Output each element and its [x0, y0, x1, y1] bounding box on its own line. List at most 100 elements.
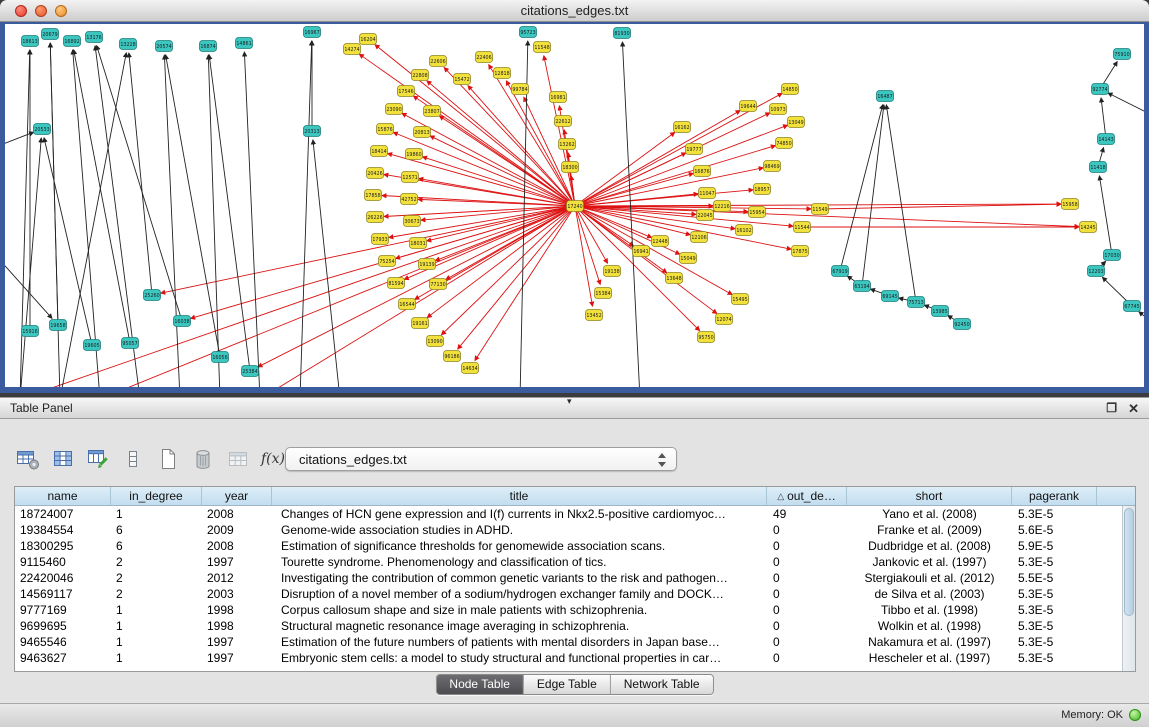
graph-edge[interactable] [427, 206, 575, 318]
graph-edge[interactable] [44, 138, 92, 345]
graph-node[interactable]: 17858 [365, 190, 382, 201]
graph-node[interactable]: 16941 [633, 246, 650, 257]
graph-edge[interactable] [208, 55, 220, 387]
new-document-icon[interactable] [154, 444, 182, 474]
table-import-icon[interactable] [84, 444, 112, 474]
tab-network-table[interactable]: Network Table [610, 675, 713, 694]
graph-node[interactable]: 15472 [454, 74, 471, 85]
graph-node[interactable]: 18300 [562, 162, 579, 173]
table-disabled-icon[interactable] [224, 444, 252, 474]
graph-node[interactable]: 19860 [406, 149, 423, 160]
table-settings-icon[interactable] [14, 444, 42, 474]
graph-edge[interactable] [862, 105, 884, 286]
graph-node[interactable]: 13648 [666, 273, 683, 284]
float-panel-icon[interactable]: ❐ [1106, 401, 1117, 415]
graph-node[interactable]: 14245 [1080, 222, 1097, 233]
table-row[interactable]: 946362711997Embryonic stem cells: a mode… [15, 650, 1135, 666]
graph-node[interactable]: 23807 [424, 106, 441, 117]
graph-node[interactable]: 15916 [22, 326, 39, 337]
graph-node[interactable]: 17030 [1104, 250, 1121, 261]
graph-node[interactable]: 15958 [1062, 199, 1079, 210]
graph-node[interactable]: 15954 [749, 207, 766, 218]
graph-node[interactable]: 12106 [691, 232, 708, 243]
graph-node[interactable]: 17875 [792, 246, 809, 257]
graph-edge[interactable] [840, 105, 883, 271]
graph-node[interactable]: 11548 [534, 42, 551, 53]
table-row[interactable]: 969969511998Structural magnetic resonanc… [15, 618, 1135, 634]
table-row[interactable]: 911546021997Tourette syndrome. Phenomeno… [15, 554, 1135, 570]
network-canvas[interactable]: 1724022606228081754623090158761841420426… [5, 24, 1144, 387]
graph-node[interactable]: 67745 [1124, 301, 1141, 312]
graph-node[interactable]: 26226 [367, 212, 384, 223]
graph-node[interactable]: 13985 [932, 306, 949, 317]
graph-node[interactable]: 14143 [1098, 134, 1115, 145]
panel-splitter-grip[interactable]: ▾ [567, 396, 572, 407]
graph-node[interactable]: 20313 [304, 126, 321, 137]
graph-node[interactable]: 11047 [699, 188, 716, 199]
column-header-short[interactable]: short [847, 487, 1012, 505]
column-header-name[interactable]: name [15, 487, 111, 505]
graph-edge[interactable] [1139, 312, 1144, 329]
graph-node[interactable]: 16876 [694, 166, 711, 177]
graph-node[interactable]: 22808 [412, 70, 429, 81]
graph-node[interactable]: 13176 [86, 32, 103, 43]
graph-edge[interactable] [393, 132, 575, 206]
table-row[interactable]: 1830029562008Estimation of significance … [15, 538, 1135, 554]
graph-node[interactable]: 12074 [716, 314, 733, 325]
graph-node[interactable]: 20679 [42, 29, 59, 40]
graph-node[interactable]: 18957 [754, 184, 771, 195]
fx-icon[interactable]: f(x) [259, 444, 287, 474]
graph-node[interactable]: 11418 [1090, 162, 1107, 173]
table-scrollbar[interactable] [1122, 506, 1135, 671]
graph-node[interactable]: 16056 [212, 352, 229, 363]
table-row[interactable]: 1872400712008Changes of HCN gene express… [15, 506, 1135, 522]
graph-edge[interactable] [313, 140, 340, 387]
table-panel-header[interactable]: Table Panel ▾ ❐ ✕ [0, 397, 1149, 419]
graph-node[interactable]: 22606 [430, 56, 447, 67]
column-header-pagerank[interactable]: pagerank [1012, 487, 1097, 505]
graph-edge[interactable] [50, 43, 58, 325]
graph-node[interactable]: 81930 [614, 28, 631, 39]
graph-node[interactable]: 17933 [372, 234, 389, 245]
graph-node[interactable]: 20574 [156, 41, 173, 52]
graph-node[interactable]: 92774 [1092, 84, 1109, 95]
graph-edge[interactable] [1101, 98, 1106, 139]
graph-node[interactable]: 15495 [732, 294, 749, 305]
graph-node[interactable]: 75713 [908, 297, 925, 308]
graph-node[interactable]: 19777 [686, 144, 703, 155]
graph-node[interactable]: 22045 [697, 210, 714, 221]
table-row[interactable]: 2242004622012Investigating the contribut… [15, 570, 1135, 586]
graph-edge[interactable] [129, 53, 152, 295]
graph-node[interactable]: 92450 [954, 319, 971, 330]
graph-node[interactable]: 14850 [782, 84, 799, 95]
close-panel-icon[interactable]: ✕ [1128, 401, 1139, 417]
graph-node[interactable]: 14861 [236, 38, 253, 49]
graph-node[interactable]: 15049 [680, 253, 697, 264]
graph-edge[interactable] [166, 55, 220, 357]
graph-edge[interactable] [29, 206, 575, 387]
rows-icon[interactable] [119, 444, 147, 474]
graph-node[interactable]: 16102 [736, 225, 753, 236]
graph-edge[interactable] [575, 132, 675, 206]
graph-node[interactable]: 19138 [604, 266, 621, 277]
graph-node[interactable]: 12818 [494, 68, 511, 79]
graph-edge[interactable] [73, 50, 100, 387]
graph-node[interactable]: 19161 [412, 318, 429, 329]
graph-edge[interactable] [1099, 176, 1112, 255]
graph-node[interactable]: 25384 [242, 366, 259, 377]
graph-node[interactable]: 11544 [794, 222, 811, 233]
graph-node[interactable]: 12216 [714, 201, 731, 212]
graph-node[interactable]: 20533 [34, 124, 51, 135]
column-header-in_degree[interactable]: in_degree [111, 487, 202, 505]
graph-edge[interactable] [300, 41, 312, 387]
graph-edge[interactable] [575, 168, 763, 206]
graph-node[interactable]: 95057 [122, 338, 139, 349]
graph-node[interactable]: 69145 [882, 291, 899, 302]
table-row[interactable]: 1456911722003Disruption of a novel membe… [15, 586, 1135, 602]
graph-node[interactable]: 13049 [788, 117, 805, 128]
graph-edge[interactable] [97, 46, 182, 321]
graph-node[interactable]: 96186 [444, 351, 461, 362]
graph-node[interactable]: 12448 [652, 236, 669, 247]
graph-node[interactable]: 13090 [427, 336, 444, 347]
graph-edge[interactable] [418, 199, 575, 206]
